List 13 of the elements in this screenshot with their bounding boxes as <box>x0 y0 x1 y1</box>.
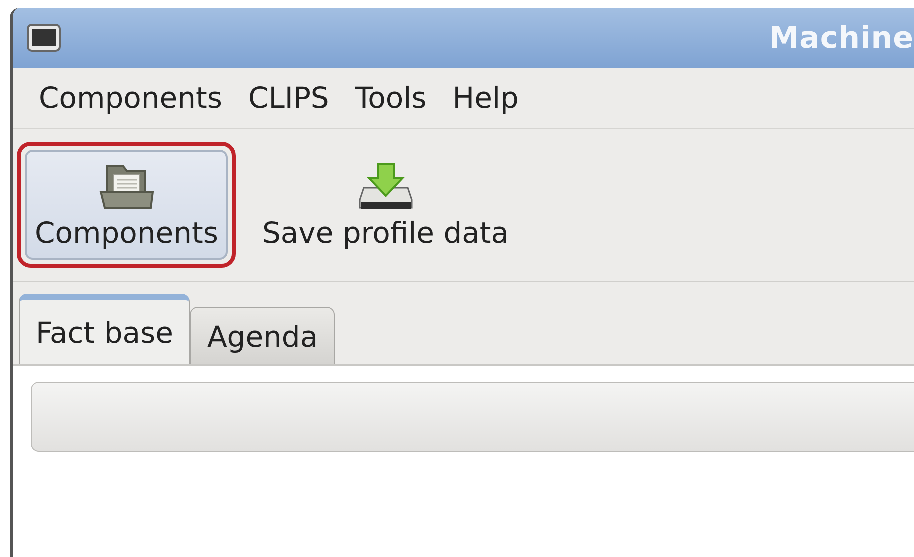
toolbar-button[interactable]: Save profile data <box>252 150 520 260</box>
menu-item[interactable]: CLIPS <box>248 81 330 115</box>
toolbar-button[interactable]: Components <box>25 150 228 260</box>
menu-item[interactable]: Help <box>452 81 519 115</box>
window-title: Machine <box>769 20 914 56</box>
tab[interactable]: Agenda <box>190 307 336 364</box>
column-header[interactable] <box>31 382 914 452</box>
menu-item[interactable]: Components <box>39 81 222 115</box>
download-tray-icon <box>358 162 414 212</box>
tab[interactable]: Fact base <box>19 294 190 364</box>
folder-icon <box>98 162 155 212</box>
window-icon <box>27 24 61 52</box>
menu-item[interactable]: Tools <box>355 81 427 115</box>
